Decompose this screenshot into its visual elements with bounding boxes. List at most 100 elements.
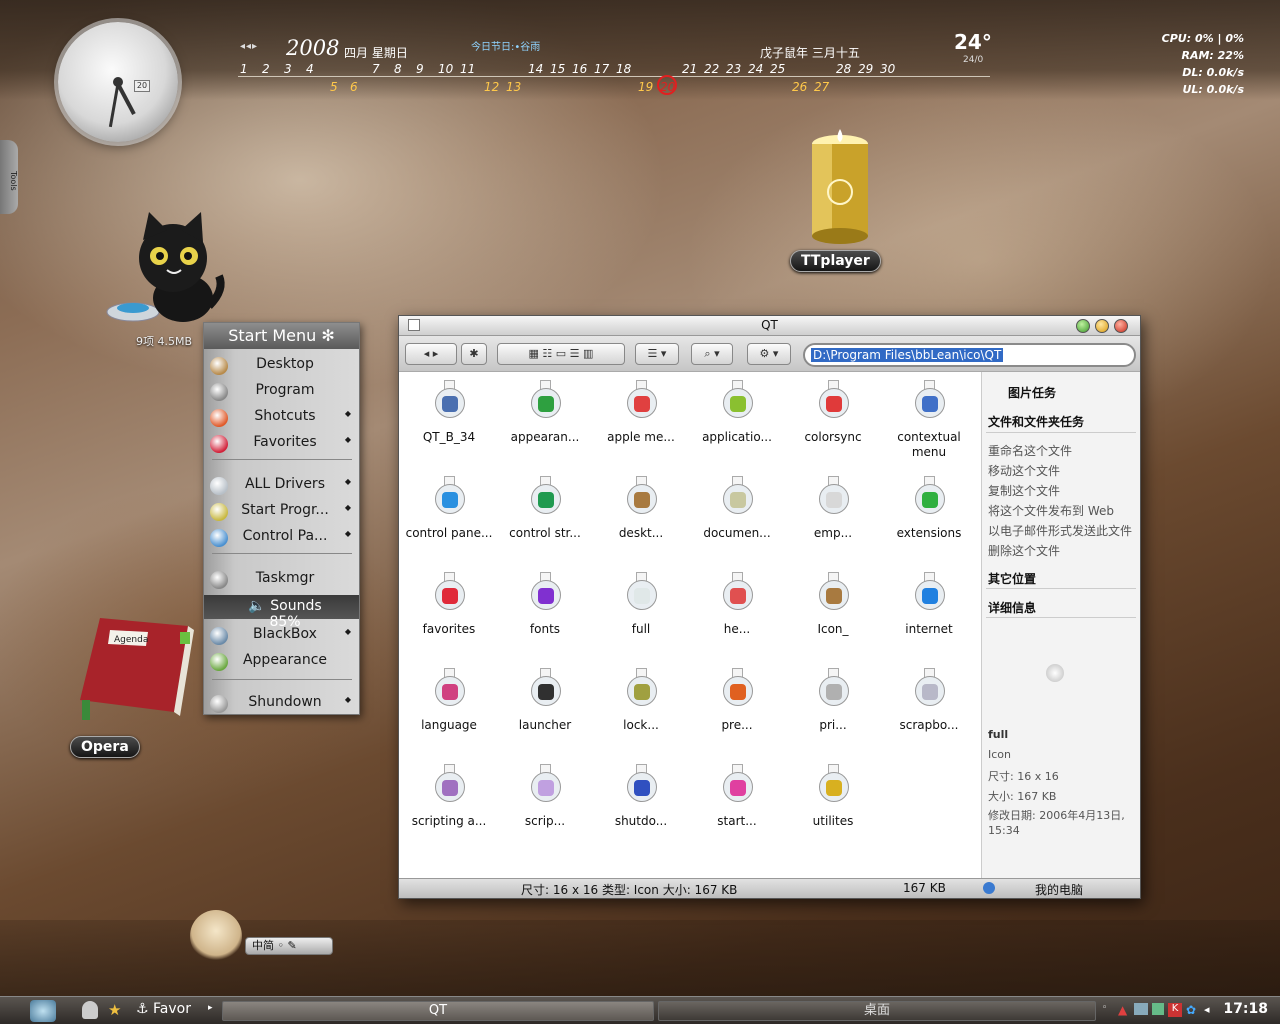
calendar-day[interactable]: 23 [726,62,741,76]
file-item[interactable]: Icon_ [785,572,881,637]
start-menu-item[interactable]: Appearance [204,649,359,673]
file-item[interactable]: language [401,668,497,733]
window-system-icon[interactable] [408,319,420,331]
calendar-day[interactable]: 14 [528,62,543,76]
start-menu-item[interactable]: Start Progr... ◆ [204,499,359,523]
picture-tasks-heading[interactable]: 图片任务 [1008,384,1056,401]
file-item[interactable]: deskt... [593,476,689,541]
favorites-menu[interactable]: ⚓ Favor [136,1001,191,1017]
start-menu-item[interactable]: Desktop [204,353,359,377]
start-menu-item[interactable]: ALL Drivers ◆ [204,473,359,497]
file-item[interactable]: QT_B_34 [401,380,497,445]
monitor-icon[interactable] [1134,1003,1148,1015]
volume-icon[interactable]: ◂ [1204,1003,1216,1016]
file-tasks-heading[interactable]: 文件和文件夹任务 [988,413,1084,430]
file-item[interactable]: full [593,572,689,637]
start-menu-item[interactable]: Favorites ◆ [204,431,359,455]
calendar-day[interactable]: 16 [572,62,587,76]
file-item[interactable]: launcher [497,668,593,733]
close-button[interactable] [1114,319,1128,333]
action-dropdown[interactable]: ⚙ ▾ [747,343,791,365]
task-link[interactable]: 移动这个文件 [988,462,1060,479]
analog-clock[interactable]: 20 [58,22,178,142]
calendar-day[interactable]: 8 [394,62,402,76]
back-forward-buttons[interactable]: ◂ ▸ [405,343,457,365]
tools-tab[interactable]: Tools [0,140,18,214]
start-menu-item[interactable]: Control Pa... ◆ [204,525,359,549]
file-item[interactable]: documen... [689,476,785,541]
calendar-day[interactable]: 9 [416,62,424,76]
calendar-weekend-day[interactable]: 12 [484,80,499,94]
antivirus-icon[interactable]: K [1168,1003,1182,1017]
calendar-nav[interactable]: ◂◂▸ [240,41,258,52]
file-item[interactable]: scripting a... [401,764,497,829]
star-icon[interactable]: ★ [108,1001,124,1019]
address-bar[interactable]: D:\Program Files\bbLean\ico\QT [803,343,1136,367]
file-item[interactable]: colorsync [785,380,881,445]
calendar-weekend-day[interactable]: 5 [330,80,338,94]
file-item[interactable]: appearan... [497,380,593,445]
other-places-heading[interactable]: 其它位置 [988,570,1036,587]
file-item[interactable]: fonts [497,572,593,637]
spider-icon[interactable]: ✱ [461,343,487,365]
calendar-weekend-day[interactable]: 27 [814,80,829,94]
calendar-day[interactable]: 15 [550,62,565,76]
chevron-right-icon[interactable]: ▸ [208,1003,213,1013]
window-titlebar[interactable]: QT [399,316,1140,336]
zoom-button[interactable] [1076,319,1090,333]
calendar-day[interactable]: 22 [704,62,719,76]
calendar-weekend-day[interactable]: 26 [792,80,807,94]
file-item[interactable]: scrip... [497,764,593,829]
task-button-desktop[interactable]: 桌面 [658,1001,1096,1021]
calendar-day[interactable]: 29 [858,62,873,76]
calendar-day[interactable]: 28 [836,62,851,76]
tray-dot-icon[interactable]: ◦ [1102,1003,1114,1015]
input-method-bar[interactable]: 中简 ◦ ✎ [245,937,333,955]
calendar-day[interactable]: 4 [306,62,314,76]
start-button[interactable] [30,1000,56,1022]
pin-icon[interactable]: ✻ [321,326,334,345]
calendar-day[interactable]: 18 [616,62,631,76]
search-dropdown[interactable]: ⌕ ▾ [691,343,733,365]
start-menu-item[interactable]: BlackBox ◆ [204,623,359,647]
file-item[interactable]: pri... [785,668,881,733]
task-link[interactable]: 重命名这个文件 [988,442,1072,459]
calendar-day[interactable]: 3 [284,62,292,76]
calendar-day[interactable]: 11 [460,62,475,76]
cat-widget[interactable] [105,210,235,330]
file-item[interactable]: internet [881,572,977,637]
calendar-day[interactable]: 30 [880,62,895,76]
start-menu-item[interactable]: 🔈 Sounds 85% [204,595,359,630]
calendar-day[interactable]: 24 [748,62,763,76]
network-icon[interactable] [1152,1003,1164,1015]
start-menu-item[interactable]: Program [204,379,359,403]
calendar-weekend-day[interactable]: 13 [506,80,521,94]
start-menu-item[interactable]: Shundown ◆ [204,691,359,715]
file-item[interactable]: shutdo... [593,764,689,829]
calendar-day[interactable]: 7 [372,62,380,76]
view-mode-buttons[interactable]: ▦ ☷ ▭ ☰ ▥ [497,343,625,365]
opera-shortcut[interactable]: Agenda Opera [70,612,200,762]
file-item[interactable]: utilites [785,764,881,829]
file-item[interactable]: extensions [881,476,977,541]
details-heading[interactable]: 详细信息 [988,599,1036,616]
file-item[interactable]: apple me... [593,380,689,445]
calendar-day[interactable]: 1 [240,62,248,76]
input-method-icon[interactable]: ✿ [1186,1003,1200,1017]
file-item[interactable]: applicatio... [689,380,785,445]
file-item[interactable]: pre... [689,668,785,733]
file-item[interactable]: lock... [593,668,689,733]
file-item[interactable]: control pane... [401,476,497,541]
taskbar-clock[interactable]: 17:18 [1223,1001,1268,1017]
file-item[interactable]: scrapbo... [881,668,977,733]
calendar-day[interactable]: 2 [262,62,270,76]
calendar-weekend-day[interactable]: 19 [638,80,653,94]
task-link[interactable]: 删除这个文件 [988,542,1060,559]
ttplayer-shortcut[interactable]: TTplayer [790,128,890,278]
calendar-day[interactable]: 17 [594,62,609,76]
task-link[interactable]: 以电子邮件形式发送此文件 [988,522,1132,539]
start-menu-item[interactable]: Taskmgr [204,567,359,591]
calendar-day[interactable]: 10 [438,62,453,76]
task-button-qt[interactable]: QT [222,1001,654,1021]
sort-dropdown[interactable]: ☰ ▾ [635,343,679,365]
